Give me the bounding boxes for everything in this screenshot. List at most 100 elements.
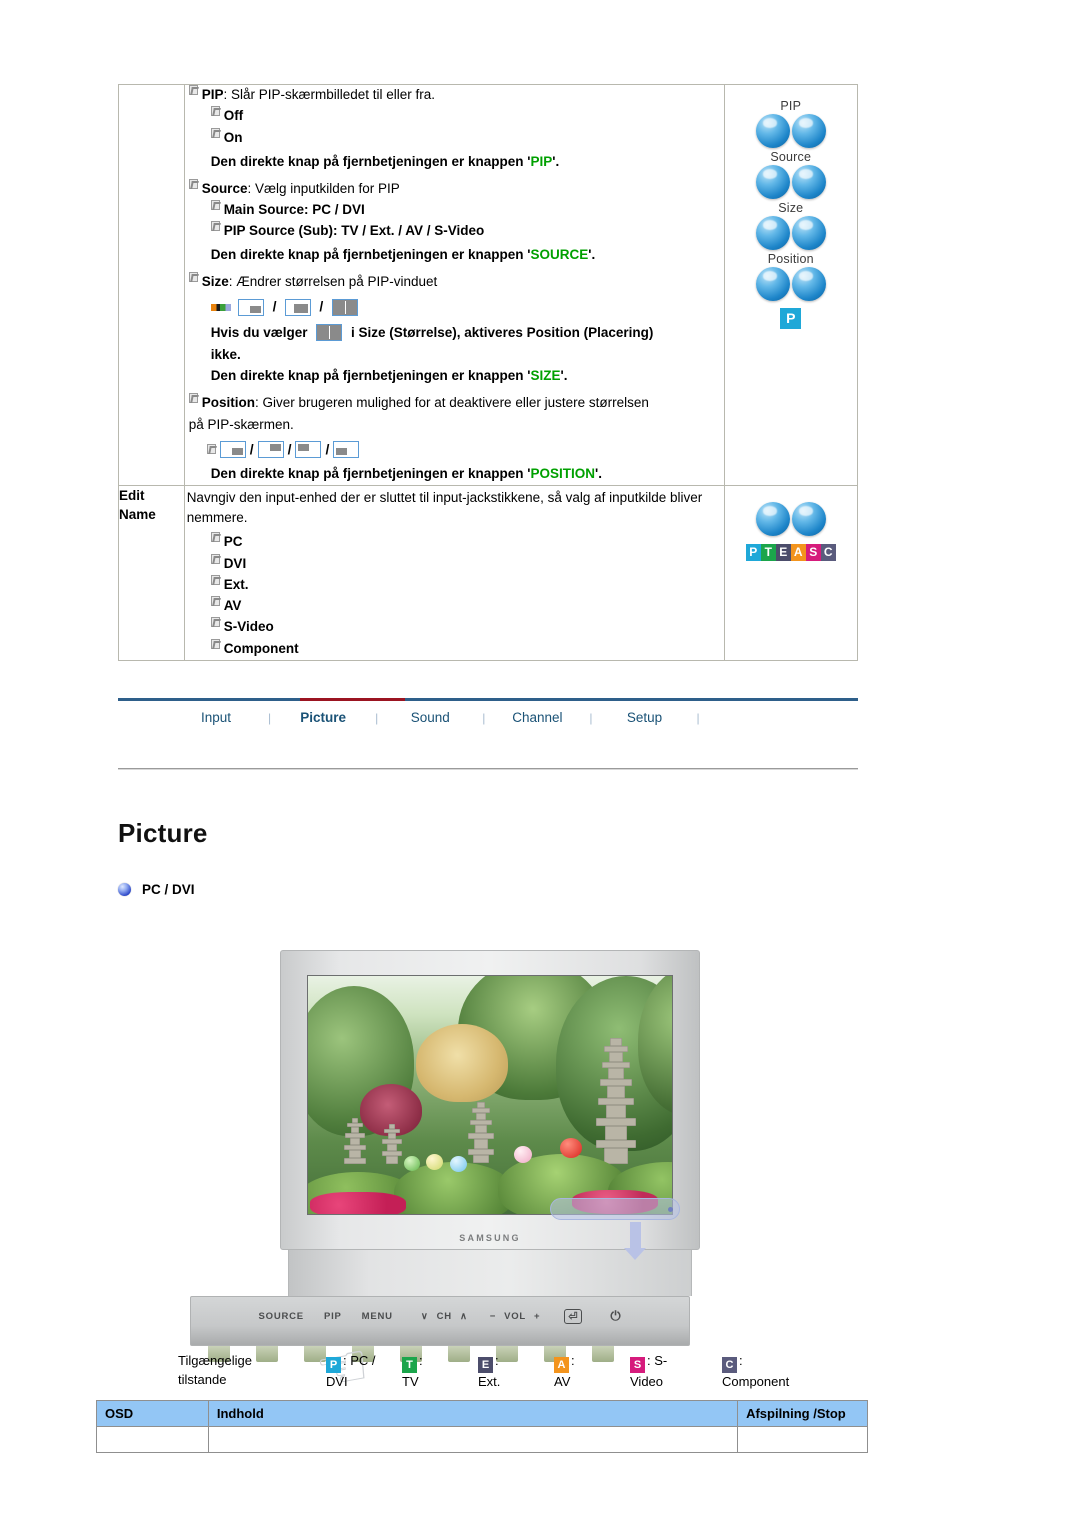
edit-name-cell: Navngiv den input-enhed der er sluttet t… xyxy=(183,484,725,661)
remote-button-pair xyxy=(725,501,857,536)
mode-badge-e: E xyxy=(478,1357,493,1373)
color-bar-icon xyxy=(210,303,231,311)
mode-badge-t: T xyxy=(402,1357,417,1373)
option-value: Off xyxy=(223,108,244,124)
label-ch: CH xyxy=(436,1310,452,1322)
cell-afspilning xyxy=(737,1426,868,1453)
icon-separator: / xyxy=(319,297,324,314)
option-desc: : Giver brugeren mulighed for at deaktiv… xyxy=(254,395,649,411)
nav-item-sound[interactable]: Sound xyxy=(378,710,482,725)
button-pip[interactable]: PIP xyxy=(324,1311,342,1322)
remote-key: PIP xyxy=(530,153,553,169)
blue-bullet-icon xyxy=(118,883,131,896)
table-header-row: OSD Indhold Afspilning /Stop xyxy=(96,1400,868,1427)
nav-item-picture[interactable]: Picture xyxy=(271,710,375,725)
mode-badge-s: S xyxy=(805,543,821,561)
stop-ball-icon xyxy=(791,501,826,536)
remote-note: Den direkte knap på fjernbetjeningen er … xyxy=(210,247,596,263)
power-icon[interactable]: ⏻ xyxy=(610,1308,621,1324)
option-value: Ext. xyxy=(223,576,249,592)
stop-ball-icon xyxy=(791,267,826,301)
list-item: PIP Source (Sub): TV / Ext. / AV / S-Vid… xyxy=(210,221,724,241)
bullet-icon xyxy=(210,617,220,628)
callout-bubble xyxy=(550,1198,680,1220)
bullet-icon xyxy=(210,596,220,607)
play-ball-icon xyxy=(755,114,790,148)
list-item: Main Source: PC / DVI xyxy=(210,199,724,220)
list-item: Size: Ændrer størrelsen på PIP-vinduet xyxy=(188,272,724,292)
mode-badge-p: P xyxy=(745,543,761,561)
lantern-green xyxy=(404,1156,420,1171)
remote-button-pair xyxy=(725,165,857,199)
remote-note: Den direkte knap på fjernbetjeningen er … xyxy=(210,368,568,384)
pip-size-large-icon xyxy=(284,298,311,316)
list-item: Source: Vælg inputkilden for PIP xyxy=(188,178,724,199)
option-desc: : Ændrer størrelsen på PIP-vinduet xyxy=(228,274,438,290)
button-vol-down[interactable]: − xyxy=(490,1311,496,1322)
button-menu[interactable]: MENU xyxy=(362,1311,393,1322)
mode-badge-c: C xyxy=(820,543,836,561)
bullet-icon xyxy=(210,199,220,210)
flower-bed xyxy=(310,1192,406,1214)
pagoda-medium xyxy=(468,1102,494,1163)
legend-title-line1: Tilgængelige xyxy=(178,1353,252,1368)
remote-button-pair xyxy=(725,114,857,148)
edit-name-description: Navngiv den input-enhed der er sluttet t… xyxy=(186,489,703,526)
available-modes-legend: Tilgængelige tilstande P: PC / DVI T: TV… xyxy=(178,1352,852,1392)
nav-item-input[interactable]: Input xyxy=(164,710,268,725)
mode-badge-t: T xyxy=(760,543,776,561)
nav-item-setup[interactable]: Setup xyxy=(593,710,697,725)
option-title: PIP xyxy=(201,87,224,102)
monitor-illustration: SAMSUNG SOURCE PIP MENU ∨ CH ∧ − VOL + ⏎… xyxy=(170,910,790,1405)
list-item: AV xyxy=(210,596,724,616)
nav-active-indicator xyxy=(300,698,405,701)
list-item: Ext. xyxy=(210,574,724,595)
play-ball-icon xyxy=(755,267,790,301)
bullet-icon xyxy=(210,106,220,117)
button-ch-up[interactable]: ∧ xyxy=(460,1311,468,1322)
list-item: Position: Giver brugeren mulighed for at… xyxy=(188,393,724,413)
remote-button-pair xyxy=(725,216,857,250)
mode-badge-c: C xyxy=(722,1357,737,1373)
legend-item-av: A: AV xyxy=(554,1353,575,1389)
legend-item-component: C: Component xyxy=(722,1353,790,1389)
bullet-icon xyxy=(210,574,220,585)
button-source[interactable]: SOURCE xyxy=(259,1311,304,1322)
button-vol-up[interactable]: + xyxy=(534,1311,540,1322)
subsection-heading: PC / DVI xyxy=(118,882,195,897)
list-item: On xyxy=(210,127,724,148)
down-arrow-icon xyxy=(624,1222,646,1260)
size-hint-cont: ikke. xyxy=(210,346,241,362)
legend-item-ext: E: Ext. xyxy=(478,1353,501,1389)
legend-title: Tilgængelige tilstande xyxy=(178,1352,326,1390)
option-desc: : Slår PIP-skærmbilledet til eller fra. xyxy=(223,87,436,102)
option-value: AV xyxy=(223,598,242,614)
callout-dot-icon xyxy=(668,1207,673,1212)
remote-note: Den direkte knap på fjernbetjeningen er … xyxy=(210,153,560,169)
cell-indhold xyxy=(207,1426,739,1453)
nav-item-channel[interactable]: Channel xyxy=(485,710,589,725)
legend-item-tv: T: TV xyxy=(402,1353,423,1389)
stop-ball-icon xyxy=(791,114,826,148)
column-header-indhold: Indhold xyxy=(207,1400,739,1427)
option-value: On xyxy=(223,129,243,145)
nav-separator: | xyxy=(696,710,700,725)
play-ball-icon xyxy=(755,216,790,250)
mode-badge-e: E xyxy=(775,543,791,561)
bullet-icon xyxy=(210,221,220,232)
bullet-icon xyxy=(188,85,198,95)
list-item: PC xyxy=(210,532,724,552)
table-row xyxy=(96,1426,868,1453)
legend-item-pc-dvi: P: PC / DVI xyxy=(326,1353,376,1389)
bullet-icon xyxy=(188,272,198,283)
pip-pos-top-right-icon xyxy=(257,440,284,458)
row-label-empty xyxy=(118,84,185,486)
mode-badge-p: P xyxy=(780,308,802,329)
enter-icon[interactable]: ⏎ xyxy=(564,1308,583,1324)
button-ch-down[interactable]: ∨ xyxy=(421,1311,429,1322)
option-desc: : Vælg inputkilden for PIP xyxy=(247,180,400,196)
cell-osd xyxy=(96,1426,209,1453)
option-value: PC xyxy=(223,534,243,550)
remote-note: Den direkte knap på fjernbetjeningen er … xyxy=(210,465,602,481)
edit-name-icon-column: P T E A S C xyxy=(723,484,859,661)
